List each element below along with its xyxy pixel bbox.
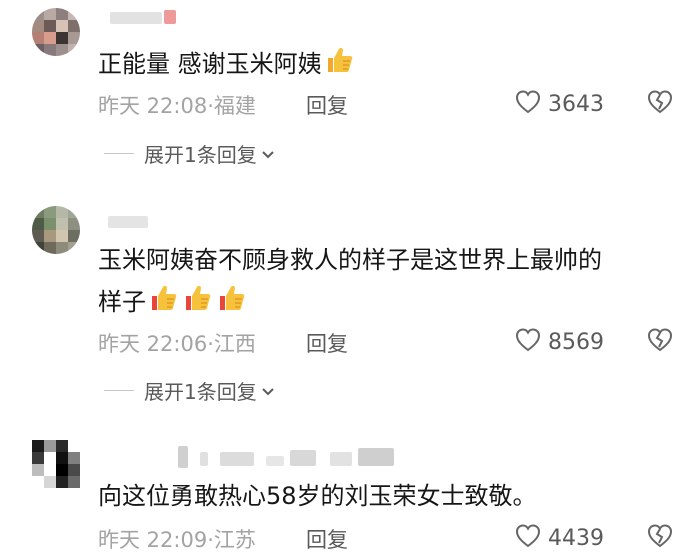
like-button[interactable]: 3643	[514, 88, 604, 120]
avatar[interactable]	[32, 206, 80, 254]
timestamp: 昨天 22:06	[98, 332, 208, 356]
reply-button[interactable]: 回复	[306, 328, 348, 358]
heart-outline-icon	[514, 326, 542, 358]
comment-text: 玉米阿姨奋不顾身救人的样子是这世界上最帅的	[98, 246, 602, 274]
thumbs-up-emoji-icon	[216, 282, 248, 326]
location: 江苏	[213, 528, 256, 552]
like-count: 4439	[548, 525, 604, 551]
username[interactable]	[102, 10, 182, 26]
like-count: 8569	[548, 329, 604, 355]
reply-button[interactable]: 回复	[306, 524, 348, 554]
thumbs-up-emoji-icon	[182, 282, 214, 326]
broken-heart-icon	[645, 328, 675, 358]
expand-label: 展开1条回复	[144, 380, 257, 404]
broken-heart-icon	[645, 524, 675, 554]
broken-heart-icon	[645, 90, 675, 120]
comment-meta: 昨天 22:09·江苏	[98, 528, 256, 552]
comment-text: 正能量 感谢玉米阿姨	[98, 44, 356, 88]
comment-meta: 昨天 22:06·江西	[98, 332, 256, 356]
divider	[104, 390, 134, 391]
location: 江西	[213, 332, 256, 356]
avatar[interactable]	[32, 8, 80, 56]
comment-text-line2: 样子	[98, 282, 248, 326]
comment-meta: 昨天 22:08·福建	[98, 94, 256, 118]
reply-button[interactable]: 回复	[306, 90, 348, 120]
heart-outline-icon	[514, 88, 542, 120]
location: 福建	[213, 94, 256, 118]
dislike-button[interactable]	[645, 522, 675, 554]
thumbs-up-emoji-icon	[148, 282, 180, 326]
timestamp: 昨天 22:08	[98, 94, 208, 118]
expand-label: 展开1条回复	[144, 143, 257, 167]
thumbs-up-emoji-icon	[324, 44, 356, 88]
avatar[interactable]	[32, 440, 80, 488]
expand-replies[interactable]: 展开1条回复	[104, 139, 275, 168]
chevron-down-icon	[261, 382, 275, 401]
like-count: 3643	[548, 91, 604, 117]
chevron-down-icon	[261, 145, 275, 164]
like-button[interactable]: 8569	[514, 326, 604, 358]
timestamp: 昨天 22:09	[98, 528, 208, 552]
expand-replies[interactable]: 展开1条回复	[104, 376, 275, 405]
like-button[interactable]: 4439	[514, 522, 604, 554]
username[interactable]	[102, 446, 402, 468]
heart-outline-icon	[514, 522, 542, 554]
dislike-button[interactable]	[645, 326, 675, 358]
username[interactable]	[102, 216, 162, 230]
dislike-button[interactable]	[645, 88, 675, 120]
divider	[104, 153, 134, 154]
comment-text: 向这位勇敢热心58岁的刘玉荣女士致敬。	[98, 482, 537, 510]
